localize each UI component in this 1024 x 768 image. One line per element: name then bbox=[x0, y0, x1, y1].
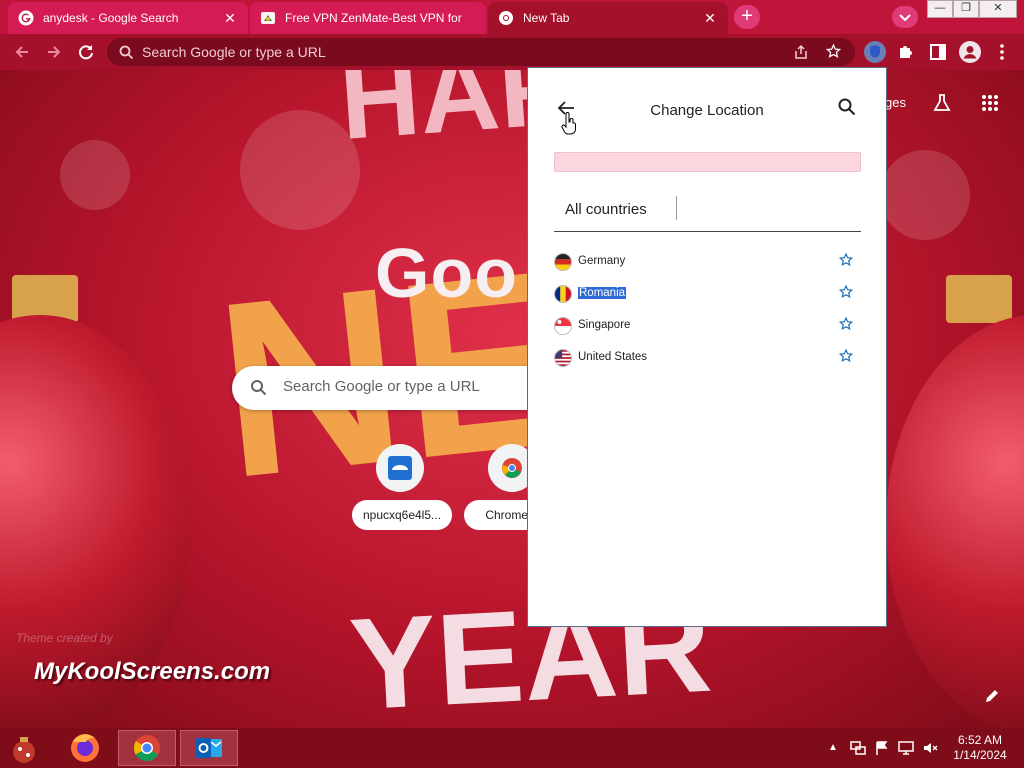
side-panel-icon[interactable] bbox=[928, 42, 948, 62]
country-name: United States bbox=[578, 351, 648, 363]
anydesk-like-icon bbox=[388, 456, 412, 480]
clock-date: 1/14/2024 bbox=[953, 748, 1007, 762]
extensions-puzzle-icon[interactable] bbox=[896, 42, 916, 62]
singapore-flag-icon bbox=[554, 317, 572, 335]
close-tab-icon[interactable]: ✕ bbox=[222, 10, 238, 27]
tab-search-button[interactable] bbox=[892, 6, 918, 28]
vpn-popup: Change Location All countries Germany Ro… bbox=[527, 67, 887, 627]
windows-taskbar: ▲ 6:52 AM 1/14/2024 bbox=[0, 728, 1024, 768]
tab-zenmate[interactable]: Free VPN ZenMate-Best VPN for bbox=[250, 2, 486, 34]
forward-icon[interactable] bbox=[44, 42, 64, 62]
search-icon bbox=[119, 45, 134, 60]
labs-flask-icon[interactable] bbox=[931, 92, 953, 114]
theme-credit: Theme created by bbox=[16, 631, 113, 645]
network-tray-icon[interactable] bbox=[850, 740, 866, 756]
country-name: Singapore bbox=[578, 319, 631, 331]
outlook-icon bbox=[196, 738, 222, 758]
chevron-down-icon bbox=[899, 14, 911, 22]
tab-all-countries[interactable]: All countries bbox=[565, 201, 647, 218]
tab-strip: anydesk - Google Search ✕ Free VPN ZenMa… bbox=[0, 0, 1024, 34]
chrome-icon bbox=[499, 11, 513, 25]
tab-title: anydesk - Google Search bbox=[43, 11, 179, 25]
display-tray-icon[interactable] bbox=[898, 740, 914, 756]
address-placeholder: Search Google or type a URL bbox=[142, 44, 326, 60]
restore-button[interactable]: ❐ bbox=[953, 0, 979, 18]
bokeh-light bbox=[880, 150, 970, 240]
favorite-star-icon[interactable] bbox=[838, 284, 854, 300]
country-item-united-states[interactable]: United States bbox=[554, 348, 864, 368]
country-item-germany[interactable]: Germany bbox=[554, 252, 864, 272]
google-logo: Goo bbox=[375, 234, 518, 312]
tab-divider bbox=[676, 196, 677, 220]
christmas-start-icon[interactable] bbox=[2, 730, 46, 766]
tab-title: Free VPN ZenMate-Best VPN for bbox=[285, 11, 462, 25]
profile-avatar-icon[interactable] bbox=[959, 41, 981, 63]
country-name: Romania bbox=[578, 287, 627, 299]
minimize-button[interactable]: — bbox=[927, 0, 953, 18]
customize-pencil-icon[interactable] bbox=[984, 688, 1000, 704]
favorite-star-icon[interactable] bbox=[838, 348, 854, 364]
zenmate-icon bbox=[261, 12, 275, 24]
shortcut-label: npucxq6e4l5... bbox=[352, 500, 452, 530]
search-icon bbox=[251, 380, 267, 396]
germany-flag-icon bbox=[554, 253, 572, 271]
favorite-star-icon[interactable] bbox=[838, 316, 854, 332]
tray-overflow-icon[interactable]: ▲ bbox=[828, 742, 838, 753]
romania-flag-icon bbox=[554, 285, 572, 303]
firefox-icon[interactable] bbox=[56, 730, 114, 766]
tab-title: New Tab bbox=[523, 11, 570, 25]
chrome-icon bbox=[133, 735, 160, 762]
new-tab-button[interactable]: + bbox=[734, 5, 760, 29]
images-link[interactable]: ges bbox=[885, 95, 906, 110]
address-bar[interactable]: Search Google or type a URL bbox=[107, 38, 855, 66]
country-name: Germany bbox=[578, 255, 626, 267]
tray-clock[interactable]: 6:52 AM 1/14/2024 bbox=[940, 733, 1020, 763]
volume-muted-icon[interactable] bbox=[922, 740, 938, 756]
outlook-taskbar-button[interactable] bbox=[180, 730, 238, 766]
browser-toolbar: Search Google or type a URL bbox=[0, 34, 1024, 70]
location-bar bbox=[554, 152, 861, 172]
ntp-search-box[interactable]: Search Google or type a URL bbox=[232, 366, 552, 410]
google-g-icon bbox=[18, 10, 34, 26]
tab-new-tab[interactable]: New Tab ✕ bbox=[488, 2, 728, 34]
vpn-extension-icon[interactable] bbox=[864, 41, 886, 63]
popup-title: Change Location bbox=[650, 102, 764, 119]
back-icon[interactable] bbox=[12, 42, 32, 62]
apps-grid-icon[interactable] bbox=[980, 93, 1000, 113]
share-icon[interactable] bbox=[793, 44, 809, 60]
chrome-web-store-icon bbox=[502, 458, 522, 478]
ornament-cap bbox=[946, 275, 1012, 323]
ornament-ball-right bbox=[886, 315, 1024, 728]
bokeh-light bbox=[60, 140, 130, 210]
ntp-search-placeholder: Search Google or type a URL bbox=[283, 378, 480, 395]
close-tab-icon[interactable]: ✕ bbox=[702, 10, 718, 27]
shortcut-icon-circle bbox=[376, 444, 424, 492]
us-flag-icon bbox=[554, 349, 572, 367]
country-item-singapore[interactable]: Singapore bbox=[554, 316, 864, 336]
chrome-taskbar-button[interactable] bbox=[118, 730, 176, 766]
reload-icon[interactable] bbox=[76, 42, 96, 62]
watermark: MyKoolScreens.com bbox=[34, 658, 271, 685]
flag-tray-icon[interactable] bbox=[874, 740, 890, 756]
kebab-menu-icon[interactable] bbox=[992, 42, 1012, 62]
favorite-star-icon[interactable] bbox=[838, 252, 854, 268]
country-item-romania[interactable]: Romania bbox=[554, 284, 864, 304]
search-icon[interactable] bbox=[837, 97, 857, 117]
bookmark-star-icon[interactable] bbox=[825, 43, 842, 60]
close-window-button[interactable]: ✕ bbox=[979, 0, 1017, 18]
clock-time: 6:52 AM bbox=[957, 733, 1003, 747]
tab-anydesk-search[interactable]: anydesk - Google Search ✕ bbox=[8, 2, 248, 34]
tab-underline bbox=[554, 231, 861, 232]
